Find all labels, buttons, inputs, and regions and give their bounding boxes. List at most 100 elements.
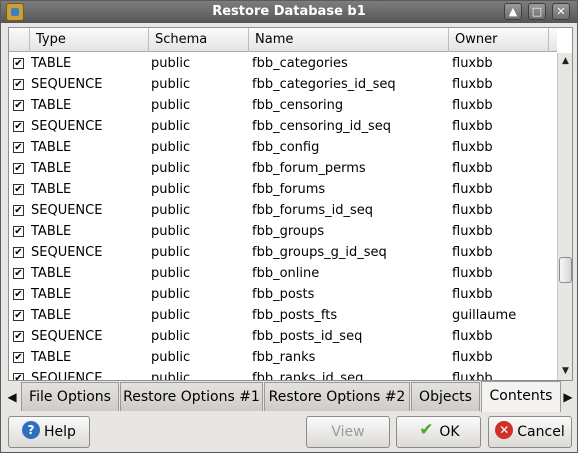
cell-owner: fluxbb	[452, 329, 493, 344]
row-checkbox[interactable]: ✔	[13, 58, 24, 69]
ok-button[interactable]: ✔ OK	[396, 416, 481, 448]
cell-schema: public	[151, 119, 191, 134]
table-row[interactable]: ✔ SEQUENCE public fbb_categories_id_seq …	[9, 74, 557, 95]
table-row[interactable]: ✔ SEQUENCE public fbb_censoring_id_seq f…	[9, 116, 557, 137]
help-button[interactable]: ? Help	[8, 416, 90, 448]
row-checkbox[interactable]: ✔	[13, 121, 24, 132]
cell-type: SEQUENCE	[31, 119, 103, 134]
cell-schema: public	[151, 266, 191, 281]
cancel-button-label: Cancel	[517, 424, 565, 440]
table-row[interactable]: ✔ TABLE public fbb_posts fluxbb	[9, 284, 557, 305]
row-checkbox[interactable]: ✔	[13, 289, 24, 300]
table-row[interactable]: ✔ SEQUENCE public fbb_posts_id_seq fluxb…	[9, 326, 557, 347]
cell-name: fbb_ranks_id_seq	[252, 371, 364, 381]
table-row[interactable]: ✔ SEQUENCE public fbb_ranks_id_seq fluxb…	[9, 368, 557, 381]
vertical-scrollbar[interactable]: ▲ ▼	[557, 53, 572, 380]
keep-above-icon[interactable]: ▲	[504, 3, 522, 20]
tab-contents[interactable]: Contents	[481, 381, 561, 412]
table-row[interactable]: ✔ TABLE public fbb_censoring fluxbb	[9, 95, 557, 116]
cell-name: fbb_groups	[252, 224, 325, 239]
table-row[interactable]: ✔ TABLE public fbb_forums fluxbb	[9, 179, 557, 200]
row-checkbox[interactable]: ✔	[13, 352, 24, 363]
cell-name: fbb_censoring	[252, 98, 344, 113]
cell-schema: public	[151, 98, 191, 113]
cell-owner: fluxbb	[452, 77, 493, 92]
cell-schema: public	[151, 56, 191, 71]
cell-name: fbb_groups_g_id_seq	[252, 245, 387, 260]
close-icon[interactable]: ✕	[552, 3, 570, 20]
cell-type: TABLE	[31, 308, 72, 323]
cell-schema: public	[151, 308, 191, 323]
table-body: ✔ TABLE public fbb_categories fluxbb ✔ S…	[9, 53, 557, 381]
tab-scroll-right-icon[interactable]: ▶	[560, 387, 576, 407]
row-checkbox[interactable]: ✔	[13, 100, 24, 111]
row-checkbox[interactable]: ✔	[13, 184, 24, 195]
table-row[interactable]: ✔ SEQUENCE public fbb_groups_g_id_seq fl…	[9, 242, 557, 263]
cell-owner: fluxbb	[452, 203, 493, 218]
window-title: Restore Database b1	[212, 4, 366, 19]
cell-schema: public	[151, 224, 191, 239]
cell-name: fbb_posts	[252, 287, 315, 302]
cell-type: TABLE	[31, 287, 72, 302]
cell-type: SEQUENCE	[31, 371, 103, 381]
table-row[interactable]: ✔ TABLE public fbb_config fluxbb	[9, 137, 557, 158]
cell-type: SEQUENCE	[31, 77, 103, 92]
row-checkbox[interactable]: ✔	[13, 247, 24, 258]
table-row[interactable]: ✔ TABLE public fbb_categories fluxbb	[9, 53, 557, 74]
column-header-type[interactable]: Type	[30, 28, 149, 52]
column-header-schema[interactable]: Schema	[149, 28, 249, 52]
view-button[interactable]: View	[306, 416, 390, 448]
cancel-button[interactable]: ✕ Cancel	[488, 416, 572, 448]
maximize-icon[interactable]: □	[528, 3, 546, 20]
cell-schema: public	[151, 161, 191, 176]
table-header: Type Schema Name Owner	[9, 28, 557, 52]
cell-type: TABLE	[31, 140, 72, 155]
help-icon: ?	[22, 421, 41, 439]
cell-name: fbb_categories_id_seq	[252, 77, 396, 92]
cell-owner: fluxbb	[452, 56, 493, 71]
scrollbar-thumb[interactable]	[559, 257, 572, 283]
cell-type: SEQUENCE	[31, 245, 103, 260]
row-checkbox[interactable]: ✔	[13, 79, 24, 90]
cell-owner: fluxbb	[452, 119, 493, 134]
row-checkbox[interactable]: ✔	[13, 310, 24, 321]
column-header-name[interactable]: Name	[249, 28, 449, 52]
row-checkbox[interactable]: ✔	[13, 142, 24, 153]
table-row[interactable]: ✔ TABLE public fbb_online fluxbb	[9, 263, 557, 284]
tab-restore-options-1[interactable]: Restore Options #1	[120, 382, 263, 411]
tab-restore-options-2[interactable]: Restore Options #2	[264, 382, 410, 411]
row-checkbox[interactable]: ✔	[13, 373, 24, 380]
tab-file-options[interactable]: File Options	[21, 382, 119, 411]
cell-schema: public	[151, 77, 191, 92]
scroll-up-icon[interactable]: ▲	[559, 55, 572, 68]
cell-type: TABLE	[31, 161, 72, 176]
tab-objects[interactable]: Objects	[411, 382, 480, 411]
column-header-owner[interactable]: Owner	[449, 28, 549, 52]
tab-scroll-left-icon[interactable]: ◀	[4, 387, 20, 407]
row-checkbox[interactable]: ✔	[13, 163, 24, 174]
table-row[interactable]: ✔ TABLE public fbb_ranks fluxbb	[9, 347, 557, 368]
cell-owner: guillaume	[452, 308, 517, 323]
cell-name: fbb_categories	[252, 56, 348, 71]
table-row[interactable]: ✔ TABLE public fbb_forum_perms fluxbb	[9, 158, 557, 179]
title-bar: Restore Database b1 ▲ □ ✕	[1, 1, 577, 23]
row-checkbox[interactable]: ✔	[13, 268, 24, 279]
cell-schema: public	[151, 245, 191, 260]
cell-name: fbb_config	[252, 140, 320, 155]
cell-type: TABLE	[31, 266, 72, 281]
table-row[interactable]: ✔ TABLE public fbb_posts_fts guillaume	[9, 305, 557, 326]
cell-owner: fluxbb	[452, 140, 493, 155]
scroll-down-icon[interactable]: ▼	[559, 365, 572, 378]
row-checkbox[interactable]: ✔	[13, 226, 24, 237]
table-row[interactable]: ✔ TABLE public fbb_groups fluxbb	[9, 221, 557, 242]
cell-type: SEQUENCE	[31, 203, 103, 218]
cell-schema: public	[151, 182, 191, 197]
row-checkbox[interactable]: ✔	[13, 205, 24, 216]
cell-type: TABLE	[31, 98, 72, 113]
cell-schema: public	[151, 203, 191, 218]
table-row[interactable]: ✔ SEQUENCE public fbb_forums_id_seq flux…	[9, 200, 557, 221]
cell-owner: fluxbb	[452, 224, 493, 239]
cell-type: TABLE	[31, 350, 72, 365]
row-checkbox[interactable]: ✔	[13, 331, 24, 342]
cell-schema: public	[151, 287, 191, 302]
